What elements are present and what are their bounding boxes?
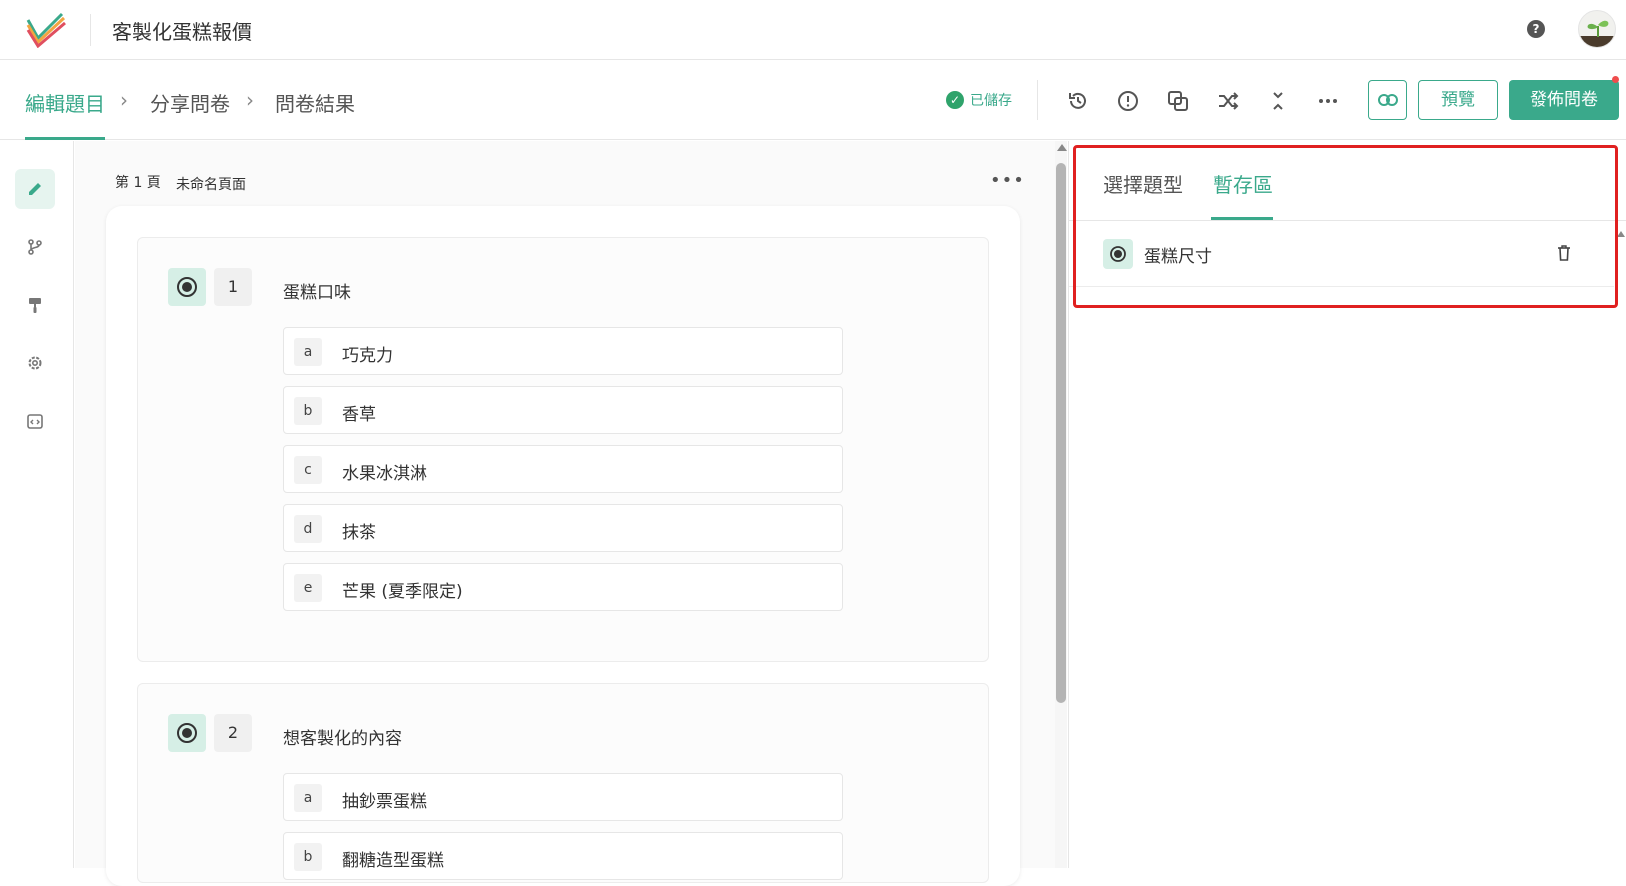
option-row[interactable]: b 香草 (283, 386, 843, 434)
option-letter: a (294, 784, 322, 812)
question-number: 1 (214, 268, 252, 306)
notification-dot (1612, 76, 1619, 83)
step-share-survey[interactable]: 分享問卷 (150, 88, 230, 117)
radio-icon (168, 268, 206, 306)
option-letter: b (294, 397, 322, 425)
check-circle-icon: ✓ (946, 91, 964, 109)
paint-roller-icon[interactable] (15, 285, 55, 325)
option-text[interactable]: 抹茶 (342, 518, 376, 543)
toolbar-divider (1037, 80, 1038, 120)
left-tool-rail (0, 141, 74, 868)
page-number-label: 第 1 頁 (115, 175, 161, 191)
more-icon[interactable] (1315, 88, 1341, 114)
help-icon[interactable]: ? (1527, 20, 1545, 38)
panel-scroll-arrow-icon[interactable] (1617, 231, 1625, 237)
publish-button[interactable]: 發佈問卷 (1509, 80, 1619, 120)
app-title: 客製化蛋糕報價 (112, 20, 252, 44)
gear-icon[interactable] (15, 343, 55, 383)
avatar[interactable] (1578, 10, 1616, 48)
right-panel: 選擇題型 暫存區 蛋糕尺寸 (1068, 141, 1626, 868)
question-title[interactable]: 蛋糕口味 (283, 278, 351, 303)
option-text[interactable]: 抽鈔票蛋糕 (342, 787, 427, 812)
option-letter: e (294, 574, 322, 602)
option-text[interactable]: 水果冰淇淋 (342, 459, 427, 484)
link-icon (1377, 94, 1398, 106)
option-row[interactable]: d 抹茶 (283, 504, 843, 552)
option-letter: c (294, 456, 322, 484)
top-bar: 客製化蛋糕報價 ? (0, 0, 1626, 60)
nav-bar: 編輯題目 › 分享問卷 › 問卷結果 ✓ 已儲存 預覽 發佈問卷 (0, 60, 1626, 140)
option-text[interactable]: 翻糖造型蛋糕 (342, 846, 444, 871)
breadcrumb-separator: › (120, 88, 128, 112)
option-row[interactable]: c 水果冰淇淋 (283, 445, 843, 493)
history-icon[interactable] (1065, 88, 1091, 114)
option-row[interactable]: b 翻糖造型蛋糕 (283, 832, 843, 880)
code-icon[interactable] (15, 401, 55, 441)
breadcrumb-separator: › (246, 88, 254, 112)
radio-icon (168, 714, 206, 752)
radio-icon (1103, 239, 1133, 269)
shuffle-icon[interactable] (1215, 88, 1241, 114)
question-title[interactable]: 想客製化的內容 (283, 724, 402, 749)
question-number: 2 (214, 714, 252, 752)
scrollbar-thumb[interactable] (1056, 163, 1066, 703)
saved-label: 已儲存 (970, 93, 1012, 109)
copy-link-button[interactable] (1368, 80, 1407, 120)
step-survey-results[interactable]: 問卷結果 (275, 88, 355, 117)
option-letter: d (294, 515, 322, 543)
page-name[interactable]: 未命名頁面 (176, 174, 246, 194)
option-row[interactable]: a 抽鈔票蛋糕 (283, 773, 843, 821)
option-row[interactable]: a 巧克力 (283, 327, 843, 375)
tab-question-types[interactable]: 選擇題型 (1103, 169, 1183, 198)
copy-icon[interactable] (1165, 88, 1191, 114)
alert-icon[interactable] (1115, 88, 1141, 114)
preview-button[interactable]: 預覽 (1418, 80, 1498, 120)
question-card[interactable]: 1 蛋糕口味 a 巧克力 b 香草 c 水果冰淇淋 d 抹茶 e 芒果 (夏季限… (137, 237, 989, 662)
question-card[interactable]: 2 想客製化的內容 a 抽鈔票蛋糕 b 翻糖造型蛋糕 (137, 683, 989, 883)
topbar-divider (90, 14, 91, 46)
option-row[interactable]: e 芒果 (夏季限定) (283, 563, 843, 611)
branch-icon[interactable] (15, 227, 55, 267)
step-edit-questions[interactable]: 編輯題目 (25, 88, 105, 117)
page-more-icon[interactable]: ••• (990, 170, 1025, 191)
option-letter: b (294, 843, 322, 871)
edit-icon[interactable] (15, 169, 55, 209)
scroll-up-arrow-icon[interactable] (1057, 144, 1067, 151)
option-text[interactable]: 巧克力 (342, 341, 393, 366)
stash-item-label: 蛋糕尺寸 (1144, 247, 1212, 267)
saved-status: ✓ 已儲存 (946, 90, 1012, 110)
option-text[interactable]: 香草 (342, 400, 376, 425)
option-text[interactable]: 芒果 (夏季限定) (342, 577, 463, 602)
active-step-underline (25, 137, 105, 140)
stash-item[interactable]: 蛋糕尺寸 (1069, 221, 1614, 287)
option-letter: a (294, 338, 322, 366)
tab-stash[interactable]: 暫存區 (1213, 169, 1273, 198)
app-logo[interactable] (26, 12, 66, 49)
collapse-icon[interactable] (1265, 88, 1291, 114)
trash-icon[interactable] (1554, 242, 1574, 264)
